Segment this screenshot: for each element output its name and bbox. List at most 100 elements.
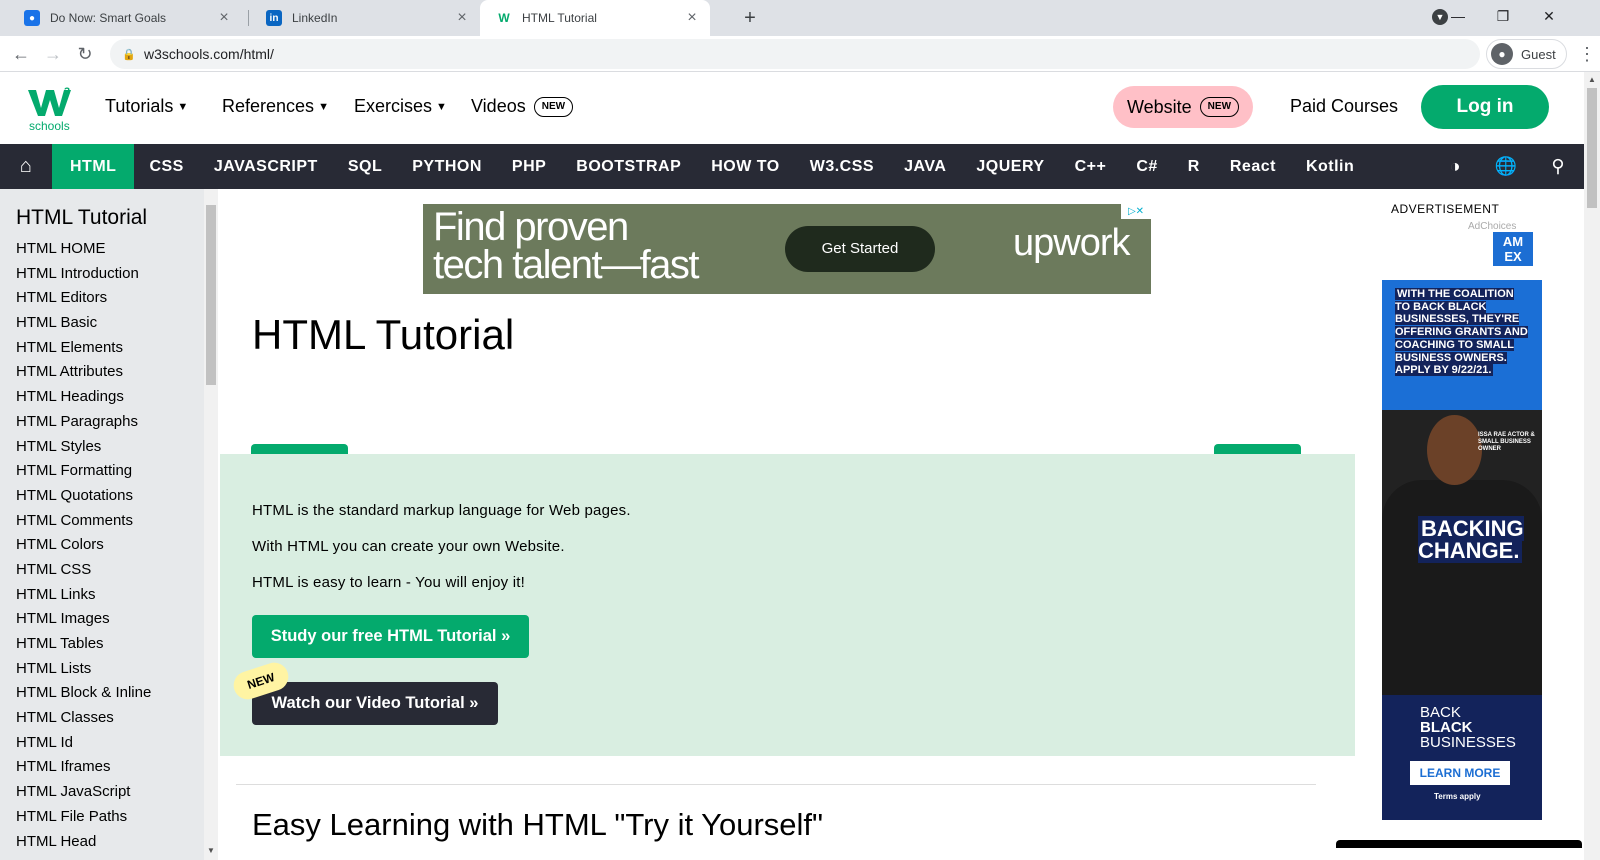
website-button[interactable]: Website NEW (1113, 86, 1253, 128)
sidebar-item[interactable]: HTML Introduction (16, 262, 151, 287)
lock-icon[interactable]: 🔒 (122, 48, 136, 61)
logo-text: schools (29, 119, 70, 132)
sidebar-item[interactable]: HTML Styles (16, 435, 151, 460)
logo-superscript: 3 (64, 86, 70, 98)
tab-title: HTML Tutorial (522, 11, 597, 25)
ad-get-started-button[interactable]: Get Started (785, 226, 935, 272)
sidebar-item[interactable]: HTML Headings (16, 385, 151, 410)
close-icon[interactable]: × (216, 9, 232, 27)
ad-headline: BACKING CHANGE. (1418, 516, 1532, 563)
sidebar-item[interactable]: HTML Paragraphs (16, 410, 151, 435)
sidebar-scrollbar[interactable]: ▼ (204, 189, 218, 860)
w3schools-icon: W (498, 11, 510, 25)
ad-headline: Find proven tech talent—fast (433, 207, 700, 285)
paid-courses-link[interactable]: Paid Courses (1290, 96, 1398, 117)
topnav-tutorials[interactable]: Tutorials ▼ (105, 96, 188, 117)
login-button[interactable]: Log in (1421, 85, 1549, 129)
subnav-php[interactable]: PHP (497, 144, 561, 189)
subnav-react[interactable]: React (1215, 144, 1291, 189)
sidebar-item[interactable]: HTML Formatting (16, 459, 151, 484)
search-icon[interactable]: ⚲ (1540, 144, 1576, 189)
adchoices-icon[interactable]: ▷✕ (1121, 204, 1151, 219)
url-text: w3schools.com/html/ (144, 46, 274, 62)
browser-tab-smart-goals[interactable]: ● Do Now: Smart Goals × (8, 0, 242, 36)
menu-kebab-icon[interactable]: ⋮ (1578, 41, 1596, 67)
sidebar-item[interactable]: HTML Colors (16, 533, 151, 558)
intro-text: With HTML you can create your own Websit… (252, 538, 565, 555)
sidebar-item[interactable]: HTML Comments (16, 509, 151, 534)
ad-person-caption: ISSA RAE ACTOR & SMALL BUSINESS OWNER (1478, 432, 1535, 452)
sidebar-item[interactable]: HTML Iframes (16, 755, 151, 780)
subnav-kotlin[interactable]: Kotlin (1291, 144, 1369, 189)
sidebar-item[interactable]: HTML Head (16, 830, 151, 855)
page-scrollbar[interactable]: ▲ (1584, 72, 1600, 860)
subnav-csharp[interactable]: C# (1121, 144, 1172, 189)
maximize-icon[interactable]: ❐ (1480, 0, 1526, 32)
ad-learn-more-button[interactable]: LEARN MORE (1410, 761, 1510, 785)
sidebar-item[interactable]: HTML Quotations (16, 484, 151, 509)
subnav-python[interactable]: PYTHON (397, 144, 497, 189)
sidebar-item[interactable]: HTML HOME (16, 237, 151, 262)
forward-arrow-icon[interactable]: → (40, 41, 66, 67)
sidebar-item[interactable]: HTML Id (16, 731, 151, 756)
sidebar-item[interactable]: HTML Basic (16, 311, 151, 336)
sidebar-item[interactable]: HTML CSS (16, 558, 151, 583)
ad-person-head (1427, 415, 1482, 485)
subnav-html[interactable]: HTML (52, 144, 135, 189)
adchoices-label[interactable]: AdChoices (1468, 221, 1516, 232)
subnav-javascript[interactable]: JAVASCRIPT (199, 144, 333, 189)
topnav-exercises[interactable]: Exercises ▼ (354, 96, 447, 117)
intro-panel: HTML is the standard markup language for… (220, 454, 1355, 756)
subnav-w3css[interactable]: W3.CSS (795, 144, 889, 189)
new-tab-button[interactable]: + (738, 6, 762, 30)
sidebar-item[interactable]: HTML Editors (16, 286, 151, 311)
browser-tab-html-tutorial[interactable]: W HTML Tutorial × (480, 0, 710, 36)
main-content: Find proven tech talent—fast Get Started… (220, 189, 1355, 860)
scroll-up-icon[interactable]: ▲ (1584, 72, 1600, 88)
sidebar-item[interactable]: HTML JavaScript (16, 780, 151, 805)
subnav-r[interactable]: R (1173, 144, 1215, 189)
page-scroll-thumb[interactable] (1587, 88, 1597, 208)
subnav-java[interactable]: JAVA (889, 144, 961, 189)
home-icon[interactable]: ⌂ (0, 144, 52, 189)
address-bar[interactable]: 🔒 w3schools.com/html/ (110, 39, 1480, 69)
amex-logo: AM EX (1493, 232, 1533, 266)
close-icon[interactable]: × (454, 9, 470, 27)
back-arrow-icon[interactable]: ← (8, 41, 34, 67)
upwork-banner-ad[interactable]: Find proven tech talent—fast Get Started… (423, 204, 1151, 294)
intro-text: HTML is easy to learn - You will enjoy i… (252, 574, 525, 591)
sidebar-scroll-thumb[interactable] (206, 205, 216, 385)
subnav-jquery[interactable]: JQUERY (961, 144, 1059, 189)
contrast-icon[interactable]: ◑ (1437, 144, 1473, 189)
subnav-sql[interactable]: SQL (333, 144, 397, 189)
sidebar-item[interactable]: HTML Classes (16, 706, 151, 731)
scroll-down-icon[interactable]: ▼ (204, 846, 218, 860)
amex-skyscraper-ad[interactable]: AdChoices AM EX WITH THE COALITION TO BA… (1382, 220, 1542, 820)
browser-tab-linkedin[interactable]: in LinkedIn × (250, 0, 480, 36)
w3schools-logo[interactable]: 3 schools (26, 84, 76, 132)
sidebar-item[interactable]: HTML Links (16, 583, 151, 608)
sidebar-item[interactable]: HTML Elements (16, 336, 151, 361)
sidebar-item[interactable]: HTML Tables (16, 632, 151, 657)
reload-icon[interactable]: ↻ (72, 41, 98, 67)
topnav-videos[interactable]: Videos NEW (471, 96, 574, 117)
sidebar-item[interactable]: HTML File Paths (16, 805, 151, 830)
browser-tabstrip: ● Do Now: Smart Goals × in LinkedIn × W … (0, 0, 1600, 36)
minimize-icon[interactable]: — (1435, 0, 1481, 32)
sidebar-item[interactable]: HTML Lists (16, 657, 151, 682)
sidebar-title: HTML Tutorial (16, 206, 148, 229)
profile-button[interactable]: ● Guest (1486, 39, 1567, 69)
close-icon[interactable]: × (684, 9, 700, 27)
subnav-bootstrap[interactable]: BOOTSTRAP (561, 144, 696, 189)
close-window-icon[interactable]: ✕ (1526, 0, 1572, 32)
topnav-references[interactable]: References ▼ (222, 96, 329, 117)
sidebar-item[interactable]: HTML Block & Inline (16, 681, 151, 706)
video-tutorial-button[interactable]: Watch our Video Tutorial » (252, 682, 498, 725)
sidebar-item[interactable]: HTML Attributes (16, 360, 151, 385)
study-tutorial-button[interactable]: Study our free HTML Tutorial » (252, 615, 529, 658)
subnav-howto[interactable]: HOW TO (696, 144, 794, 189)
globe-icon[interactable]: 🌐 (1488, 144, 1524, 189)
sidebar-item[interactable]: HTML Images (16, 607, 151, 632)
subnav-css[interactable]: CSS (134, 144, 198, 189)
subnav-cpp[interactable]: C++ (1060, 144, 1122, 189)
